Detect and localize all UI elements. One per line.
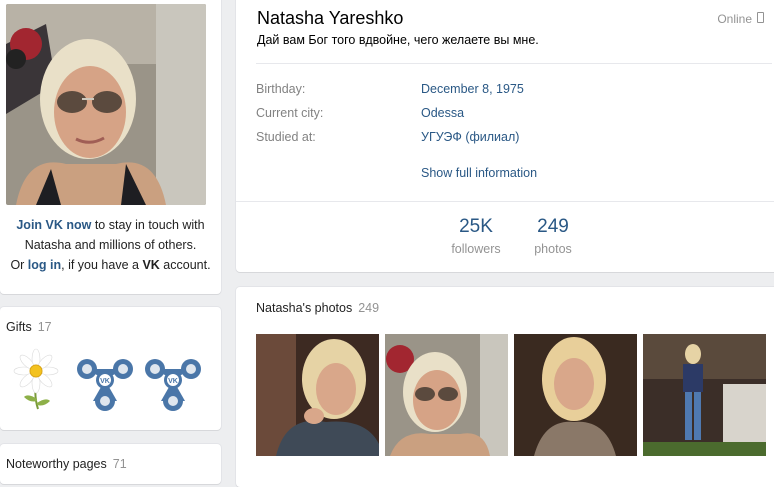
- photo-thumbnail[interactable]: [643, 334, 766, 456]
- join-prompt: Join VK now to stay in touch with Natash…: [0, 215, 221, 275]
- photos-count: 249: [537, 216, 569, 237]
- noteworthy-pages-block: Noteworthy pages 71: [0, 444, 221, 484]
- online-status: Online: [717, 12, 752, 26]
- photos-counter[interactable]: 249 photos: [523, 215, 583, 259]
- join-text-2: Natasha and millions of others.: [24, 238, 197, 252]
- daisy-gift-icon[interactable]: [6, 347, 66, 413]
- join-text-4: , if you have a: [61, 258, 143, 272]
- gifts-count: 17: [37, 320, 52, 334]
- vk-spinner-gift-icon[interactable]: VK: [143, 347, 203, 413]
- divider: [236, 201, 774, 202]
- login-link[interactable]: log in: [28, 258, 61, 272]
- profile-name: Natasha Yareshko: [257, 8, 404, 28]
- join-text-5: account.: [159, 258, 211, 272]
- photos-label: photos: [534, 242, 572, 256]
- photo-thumbnail[interactable]: [385, 334, 508, 456]
- followers-label: followers: [451, 242, 501, 256]
- noteworthy-pages-title: Noteworthy pages: [6, 457, 107, 471]
- followers-counter[interactable]: 25K followers: [444, 215, 508, 259]
- vk-spinner-gift-icon[interactable]: VK: [75, 347, 135, 413]
- noteworthy-pages-count: 71: [112, 457, 127, 471]
- avatar-card: Join VK now to stay in touch with Natash…: [0, 0, 221, 294]
- birthday-label: Birthday:: [256, 82, 306, 96]
- join-text-3: Or: [10, 258, 28, 272]
- profile-info-card: Natasha Yareshko Online Дай вам Бог того…: [236, 0, 774, 272]
- studied-label: Studied at:: [256, 130, 316, 144]
- vk-text: VK: [142, 258, 160, 272]
- noteworthy-pages-header[interactable]: Noteworthy pages 71: [6, 457, 127, 471]
- show-full-info-link[interactable]: Show full information: [421, 166, 537, 180]
- gifts-header[interactable]: Gifts 17: [6, 320, 52, 334]
- svg-text:VK: VK: [168, 378, 178, 385]
- join-text-1: to stay in touch with: [91, 218, 205, 232]
- photos-block: Natasha's photos 249: [236, 287, 774, 487]
- city-value-link[interactable]: Odessa: [421, 106, 464, 120]
- photos-header[interactable]: Natasha's photos 249: [256, 301, 379, 315]
- join-vk-link[interactable]: Join VK now: [16, 218, 91, 232]
- photo-thumbnail[interactable]: [514, 334, 637, 456]
- photo-thumbnail[interactable]: [256, 334, 379, 456]
- profile-status-text: Дай вам Бог того вдвойне, чего желаете в…: [257, 33, 539, 47]
- mobile-icon: [757, 12, 764, 23]
- photos-title: Natasha's photos: [256, 301, 353, 315]
- birthday-value-link[interactable]: December 8, 1975: [421, 82, 524, 96]
- gifts-block: Gifts 17 VK VK: [0, 307, 221, 430]
- svg-text:VK: VK: [100, 378, 110, 385]
- followers-count: 25K: [459, 216, 493, 237]
- profile-avatar[interactable]: [6, 4, 206, 205]
- gifts-title: Gifts: [6, 320, 32, 334]
- city-label: Current city:: [256, 106, 324, 120]
- photos-header-count: 249: [358, 301, 380, 315]
- studied-value-link[interactable]: УГУЭФ (филиал): [421, 130, 519, 144]
- divider: [256, 63, 772, 64]
